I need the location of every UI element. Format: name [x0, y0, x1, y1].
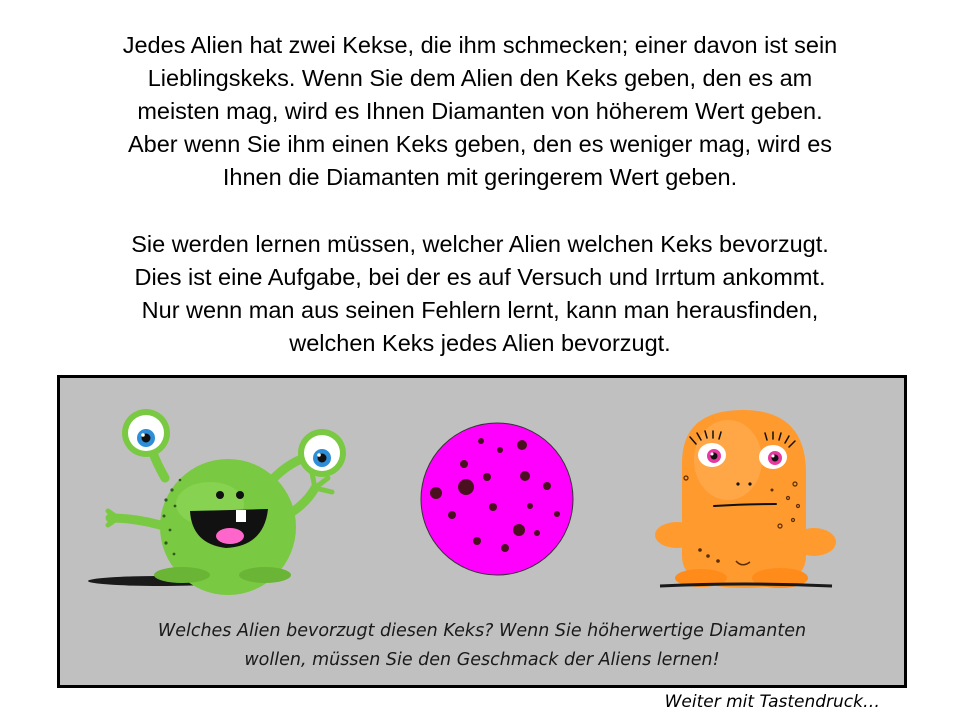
illustration-panel: Welches Alien bevorzugt diesen Keks? Wen… [57, 375, 907, 688]
instruction-line: Aber wenn Sie ihm einen Keks geben, den … [127, 131, 833, 157]
green-alien-eye-left [122, 409, 170, 457]
instruction-line: Jedes Alien hat zwei Kekse, die ihm schm… [122, 32, 838, 58]
instruction-line: Lieblingskeks. Wenn Sie dem Alien den Ke… [147, 65, 813, 91]
cookie-body [420, 422, 574, 576]
green-alien-foot-left [154, 567, 210, 583]
green-alien-dot-eye-right [236, 491, 244, 499]
caption-line: wollen, müssen Sie den Geschmack der Ali… [244, 650, 720, 670]
caption-line: Welches Alien bevorzugt diesen Keks? Wen… [157, 621, 807, 641]
instruction-line: Dies ist eine Aufgabe, bei der es auf Ve… [134, 264, 826, 290]
continue-hint: Weiter mit Tastendruck… [664, 692, 880, 712]
pink-cookie [420, 422, 574, 576]
panel-caption: Welches Alien bevorzugt diesen Keks? Wen… [60, 617, 904, 675]
instructions-paragraph-2: Sie werden lernen müssen, welcher Alien … [40, 228, 920, 360]
instruction-line: Ihnen die Diamanten mit geringerem Wert … [222, 164, 738, 190]
orange-alien-nostril-left [736, 482, 740, 486]
orange-alien [655, 410, 836, 588]
green-alien-tongue [216, 528, 244, 544]
green-alien-tooth [236, 510, 246, 522]
instruction-line: Sie werden lernen müssen, welcher Alien … [131, 231, 829, 257]
orange-alien-nostril-right [748, 482, 752, 486]
green-alien-dot-eye-left [216, 491, 224, 499]
instruction-line: meisten mag, wird es Ihnen Diamanten von… [137, 98, 823, 124]
green-alien-foot-right [239, 567, 291, 583]
instruction-line: Nur wenn man aus seinen Fehlern lernt, k… [141, 297, 819, 323]
instruction-line: welchen Keks jedes Alien bevorzugt. [289, 330, 671, 356]
green-alien [88, 409, 346, 595]
green-alien-eye-right [298, 429, 346, 477]
instructions-paragraph-1: Jedes Alien hat zwei Kekse, die ihm schm… [40, 29, 920, 194]
